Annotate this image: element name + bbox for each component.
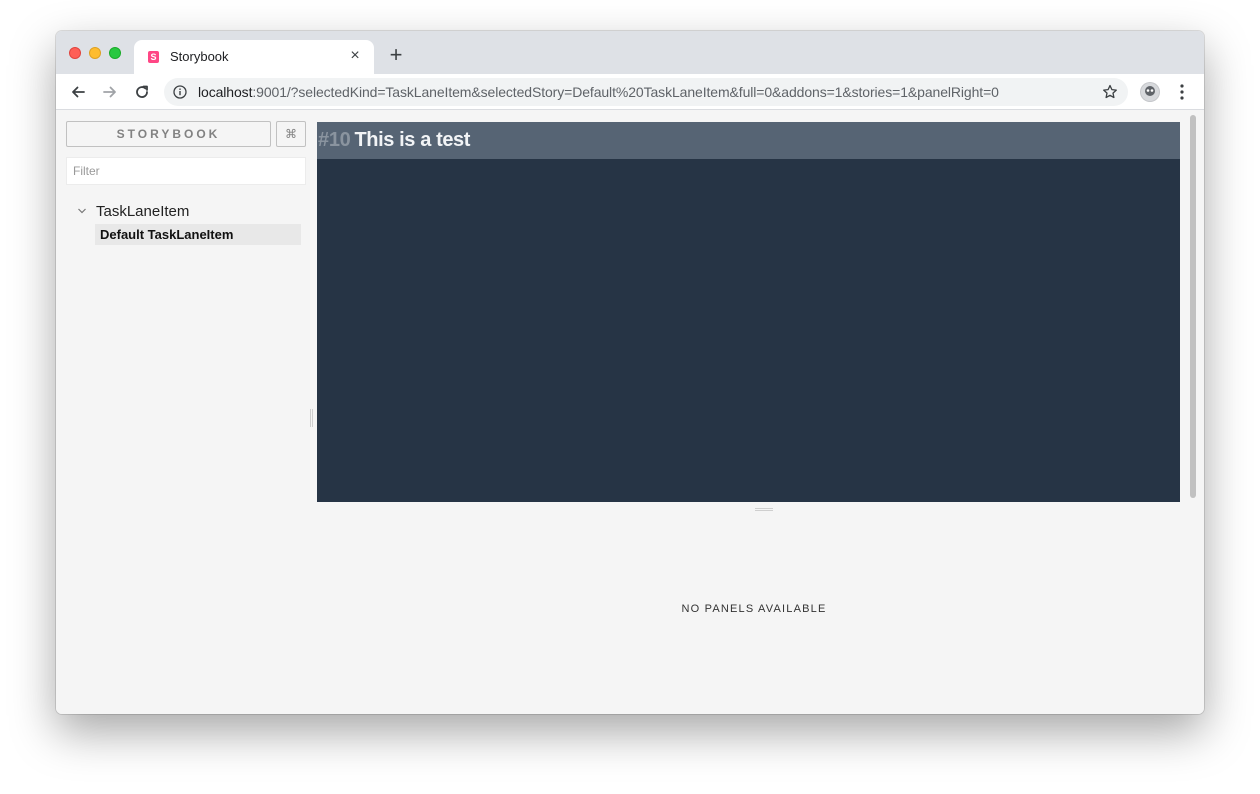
- url-text[interactable]: localhost:9001/?selectedKind=TaskLaneIte…: [198, 84, 999, 100]
- site-info-icon[interactable]: [173, 85, 187, 99]
- storybook-favicon-icon: S: [148, 51, 159, 63]
- profile-avatar[interactable]: [1140, 82, 1160, 102]
- maximize-window-button[interactable]: [109, 47, 121, 59]
- browser-window: S Storybook × + localhost:9001/?selected…: [56, 31, 1204, 714]
- task-number: #10: [318, 129, 351, 151]
- tab-close-icon[interactable]: ×: [346, 47, 364, 65]
- task-title: This is a test: [354, 129, 471, 151]
- minimize-window-button[interactable]: [89, 47, 101, 59]
- close-window-button[interactable]: [69, 47, 81, 59]
- task-lane-item-header: #10 This is a test: [317, 122, 1180, 159]
- storybook-brand-button[interactable]: STORYBOOK: [66, 121, 271, 147]
- story-kind-tasklaneitem[interactable]: TaskLaneItem: [76, 201, 189, 221]
- address-bar[interactable]: localhost:9001/?selectedKind=TaskLaneIte…: [164, 78, 1128, 106]
- browser-titlebar: S Storybook × +: [56, 31, 1204, 74]
- addons-panel-resize-handle[interactable]: [755, 508, 773, 511]
- scrollbar-thumb[interactable]: [1190, 115, 1196, 498]
- forward-button[interactable]: [98, 80, 122, 104]
- url-path: :9001/?selectedKind=TaskLaneItem&selecte…: [252, 84, 999, 100]
- back-button[interactable]: [66, 80, 90, 104]
- back-arrow-icon: [72, 86, 85, 98]
- keyboard-shortcuts-button[interactable]: ⌘: [276, 121, 306, 147]
- browser-toolbar: localhost:9001/?selectedKind=TaskLaneIte…: [56, 74, 1204, 110]
- browser-menu-icon[interactable]: [1174, 82, 1190, 102]
- url-host: localhost: [198, 84, 253, 100]
- story-kind-label: TaskLaneItem: [96, 202, 190, 220]
- chevron-down-icon: [78, 208, 86, 214]
- tab-title: Storybook: [170, 49, 229, 64]
- reload-button[interactable]: [130, 80, 154, 104]
- no-panels-message: NO PANELS AVAILABLE: [681, 603, 827, 615]
- sidebar-resize-handle[interactable]: [310, 409, 313, 427]
- reload-icon: [136, 85, 148, 98]
- story-item-default-tasklaneitem[interactable]: Default TaskLaneItem: [95, 224, 301, 245]
- new-tab-button[interactable]: +: [386, 44, 406, 66]
- story-filter-input[interactable]: [66, 157, 306, 185]
- browser-tab-storybook[interactable]: S Storybook ×: [134, 40, 374, 74]
- bookmark-star-icon[interactable]: [1102, 84, 1118, 100]
- story-preview: #10 This is a test: [317, 122, 1180, 502]
- storybook-app: STORYBOOK ⌘ TaskLaneItem Default TaskLan…: [56, 110, 1204, 714]
- profile-icon: [1141, 83, 1159, 101]
- forward-arrow-icon: [103, 86, 116, 98]
